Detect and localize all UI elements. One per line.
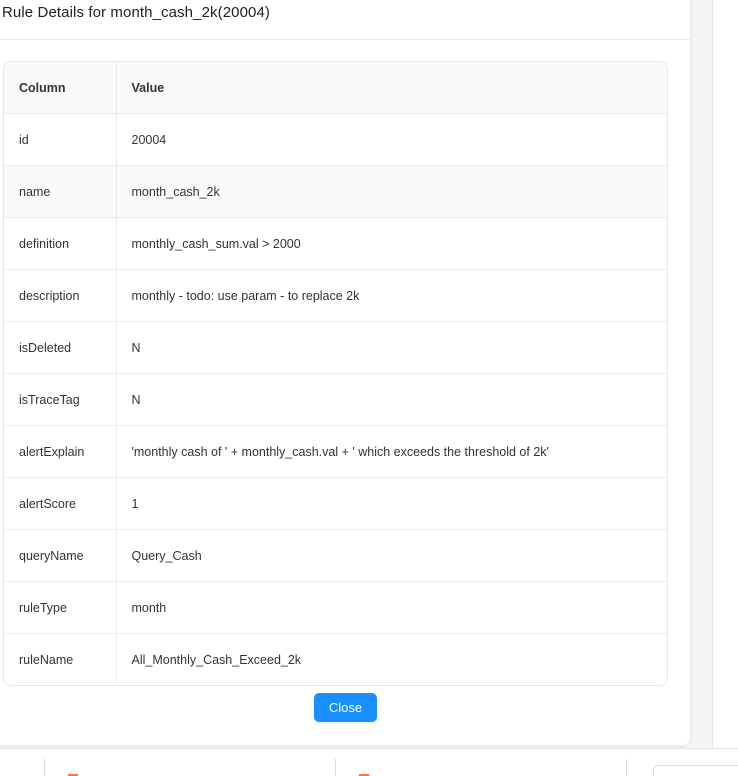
- table-row: ruleName All_Monthly_Cash_Exceed_2k: [4, 633, 667, 685]
- page: Rule Details for month_cash_2k(20004) Co…: [0, 0, 738, 776]
- row-column-cell: isDeleted: [4, 321, 117, 374]
- row-value-cell: 20004: [116, 113, 667, 166]
- row-value-cell: monthly_cash_sum.val > 2000: [116, 217, 667, 270]
- row-column-cell: queryName: [4, 529, 117, 582]
- table-row: queryName Query_Cash: [4, 529, 667, 582]
- row-column-cell: description: [4, 269, 117, 322]
- row-value-cell: Query_Cash: [116, 529, 667, 582]
- row-value-cell: 'monthly cash of ' + monthly_cash.val + …: [116, 425, 667, 478]
- value-header: Value: [116, 62, 667, 114]
- row-value-cell: N: [116, 321, 667, 374]
- divider: [626, 759, 627, 776]
- row-value-cell: All_Monthly_Cash_Exceed_2k: [131, 652, 302, 667]
- rule-details-table: Column Value id 20004 name month_cash_2k…: [3, 61, 668, 686]
- row-column-cell: ruleName: [4, 633, 117, 685]
- modal-title: Rule Details for month_cash_2k(20004): [2, 4, 271, 21]
- table-row: isTraceTag N: [4, 373, 667, 426]
- table-row: definition monthly_cash_sum.val > 2000: [4, 217, 667, 270]
- table-header-row: Column Value: [4, 62, 667, 114]
- row-value-cell: monthly - todo: use param - to replace 2…: [116, 269, 667, 322]
- background-side-panel: [712, 0, 738, 748]
- rule-details-modal: Rule Details for month_cash_2k(20004) Co…: [0, 0, 691, 745]
- close-button[interactable]: Close: [314, 693, 377, 722]
- row-column-cell: isTraceTag: [4, 373, 117, 426]
- row-value-cell: month_cash_2k: [116, 165, 667, 218]
- background-bottom-strip: [0, 748, 738, 776]
- table-row: name month_cash_2k: [4, 165, 667, 218]
- row-column-cell: name: [4, 165, 117, 218]
- modal-header: Rule Details for month_cash_2k(20004): [0, 0, 690, 40]
- table-row: ruleType month: [4, 581, 667, 634]
- row-value-cell: month: [116, 581, 667, 634]
- column-header: Column: [4, 62, 117, 114]
- divider: [335, 759, 336, 776]
- row-value-cell: 1: [116, 477, 667, 530]
- table-row: description monthly - todo: use param - …: [4, 269, 667, 322]
- background-control[interactable]: [653, 765, 738, 776]
- row-column-cell: alertScore: [4, 477, 117, 530]
- row-value-cell: N: [116, 373, 667, 426]
- row-column-cell: definition: [4, 217, 117, 270]
- row-column-cell: ruleType: [4, 581, 117, 634]
- row-column-cell: alertExplain: [4, 425, 117, 478]
- table-row: isDeleted N: [4, 321, 667, 374]
- table-row: alertExplain 'monthly cash of ' + monthl…: [4, 425, 667, 478]
- table-row: alertScore 1: [4, 477, 667, 530]
- divider: [44, 759, 45, 776]
- row-column-cell: id: [4, 113, 117, 166]
- table-row: id 20004: [4, 113, 667, 166]
